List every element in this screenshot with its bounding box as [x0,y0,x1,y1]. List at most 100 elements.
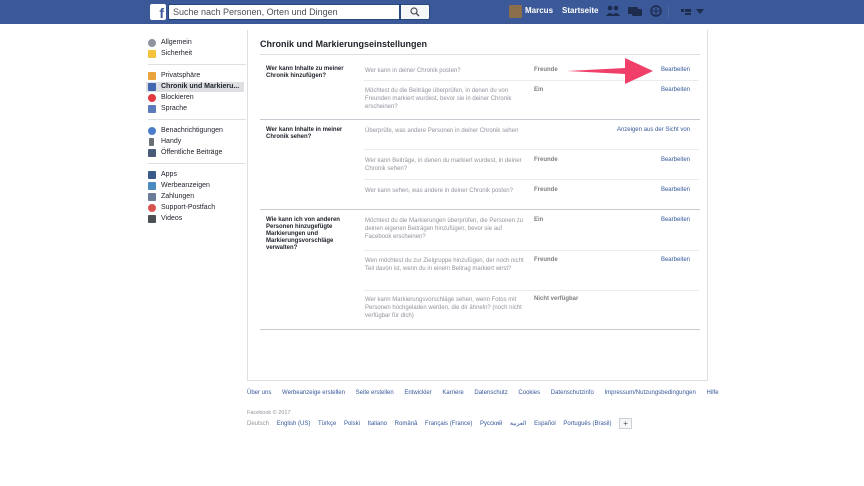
page-title: Chronik und Markierungseinstellungen [260,39,428,49]
section-divider [260,329,700,330]
sidebar-item-support-postfach[interactable]: Support-Postfach [148,203,246,213]
language-link[interactable]: Français (France) [425,421,472,427]
edit-link[interactable]: Bearbeiten [661,87,690,93]
view-as-link[interactable]: Anzeigen aus der Sicht von [617,127,690,133]
apps-icon [148,171,156,179]
more-languages-button[interactable]: + [619,418,633,429]
language-link[interactable]: English (US) [277,421,311,427]
home-link[interactable]: Startseite [562,6,598,15]
sidebar-item-chronik[interactable]: Chronik und Markieru... [146,82,244,92]
section-title: Wer kann Inhalte zu meiner Chronik hinzu… [266,66,344,79]
sidebar-item-privatsphaere[interactable]: Privatsphäre [148,71,246,81]
setting-value: Ein [534,87,544,93]
messages-icon[interactable] [628,5,642,17]
language-link[interactable]: Русский [480,421,502,427]
language-list: Deutsch English (US) Türkçe Polski Itali… [247,418,638,429]
sidebar-item-zahlungen[interactable]: Zahlungen [148,192,246,202]
sidebar-item-sicherheit[interactable]: Sicherheit [148,49,246,59]
footer-link[interactable]: Datenschutzinfo [551,390,594,396]
setting-question: Wer kann sehen, was andere in deiner Chr… [365,188,513,194]
sidebar-item-label: Zahlungen [161,193,195,200]
profile-link[interactable]: Marcus [525,6,553,15]
language-link[interactable]: Italiano [368,421,387,427]
sidebar-item-videos[interactable]: Videos [148,214,246,224]
notifications-globe-icon[interactable] [650,5,662,17]
setting-value: Freunde [534,67,558,73]
nav-divider [668,6,669,18]
row-divider [364,250,699,251]
sidebar-item-label: Privatsphäre [161,72,201,79]
edit-link[interactable]: Bearbeiten [661,67,690,73]
footer-link[interactable]: Cookies [518,390,540,396]
gear-icon [148,39,156,47]
footer-link[interactable]: Karriere [442,390,463,396]
row-divider [364,179,699,180]
search-input[interactable]: Suche nach Personen, Orten und Dingen [168,4,400,20]
current-language: Deutsch [247,421,270,428]
section-title: Wer kann Inhalte in meiner Chronik sehen… [266,127,343,140]
footer-links: Über uns Werbeanzeige erstellen Seite er… [247,390,728,396]
search-button[interactable] [400,4,430,20]
copyright: Facebook © 2017 [247,410,291,416]
settings-sidebar: Allgemein Sicherheit Privatsphäre Chroni… [146,38,246,225]
sidebar-item-benachrichtigungen[interactable]: Benachrichtigungen [148,126,246,136]
sidebar-item-label: Werbeanzeigen [161,182,210,189]
sidebar-item-label: Sprache [161,105,188,112]
setting-question: Möchtest du die Markierungen überprüfen,… [365,218,524,240]
friend-requests-icon[interactable] [606,5,620,17]
avatar[interactable] [509,5,522,18]
setting-question: Wer kann Beiträge, in denen du markiert … [365,158,522,172]
language-link[interactable]: Español [534,421,556,427]
section-divider [260,209,700,210]
sidebar-item-label: Blockieren [161,94,194,101]
sidebar-item-label: Benachrichtigungen [161,127,223,134]
rss-icon [148,149,156,157]
top-bar: f Suche nach Personen, Orten und Dingen … [0,0,864,24]
sidebar-divider [148,163,246,164]
sidebar-item-oeffentliche-beitraege[interactable]: Öffentliche Beiträge [148,148,246,158]
ads-icon [148,182,156,190]
facebook-logo[interactable]: f [150,4,166,21]
footer-link[interactable]: Hilfe [707,390,719,396]
language-link[interactable]: Português (Brasil) [563,421,611,427]
footer-link[interactable]: Seite erstellen [356,390,394,396]
footer-link[interactable]: Datenschutz [474,390,507,396]
globe-icon [148,127,156,135]
language-link[interactable]: العربية [510,421,526,427]
setting-question: Überprüfe, was andere Personen in deiner… [365,128,519,134]
edit-link[interactable]: Bearbeiten [661,217,690,223]
sidebar-item-label: Videos [161,215,183,222]
sidebar-item-apps[interactable]: Apps [148,170,246,180]
language-link[interactable]: Română [395,421,418,427]
quick-help-icon[interactable] [680,5,692,17]
lock-icon [148,72,156,80]
footer-link[interactable]: Werbeanzeige erstellen [282,390,345,396]
setting-question: Möchtest du die Beiträge überprüfen, in … [365,88,512,110]
sidebar-item-werbeanzeigen[interactable]: Werbeanzeigen [148,181,246,191]
footer-link[interactable]: Impressum/Nutzungsbedingungen [604,390,695,396]
support-icon [148,204,156,212]
sidebar-item-handy[interactable]: Handy [148,137,246,147]
edit-link[interactable]: Bearbeiten [661,257,690,263]
sidebar-item-blockieren[interactable]: Blockieren [148,93,246,103]
footer-link[interactable]: Über uns [247,390,271,396]
sidebar-item-label: Chronik und Markieru... [161,83,240,90]
edit-link[interactable]: Bearbeiten [661,157,690,163]
sidebar-item-label: Sicherheit [161,50,193,57]
block-icon [148,94,156,102]
edit-link[interactable]: Bearbeiten [661,187,690,193]
sidebar-item-allgemein[interactable]: Allgemein [148,38,246,48]
language-link[interactable]: Polski [344,421,360,427]
setting-question: Wer kann Markierungsvorschläge sehen, we… [365,297,522,319]
language-icon [148,105,156,113]
row-divider [364,290,699,291]
setting-value: Freunde [534,257,558,263]
setting-question: Wer kann in deiner Chronik posten? [365,68,461,74]
sidebar-item-sprache[interactable]: Sprache [148,104,246,114]
search-icon [410,7,420,17]
sidebar-item-label: Support-Postfach [161,204,216,211]
footer-link[interactable]: Entwickler [404,390,431,396]
language-link[interactable]: Türkçe [318,421,336,427]
sidebar-item-label: Apps [161,171,177,178]
chevron-down-icon[interactable] [696,9,704,14]
